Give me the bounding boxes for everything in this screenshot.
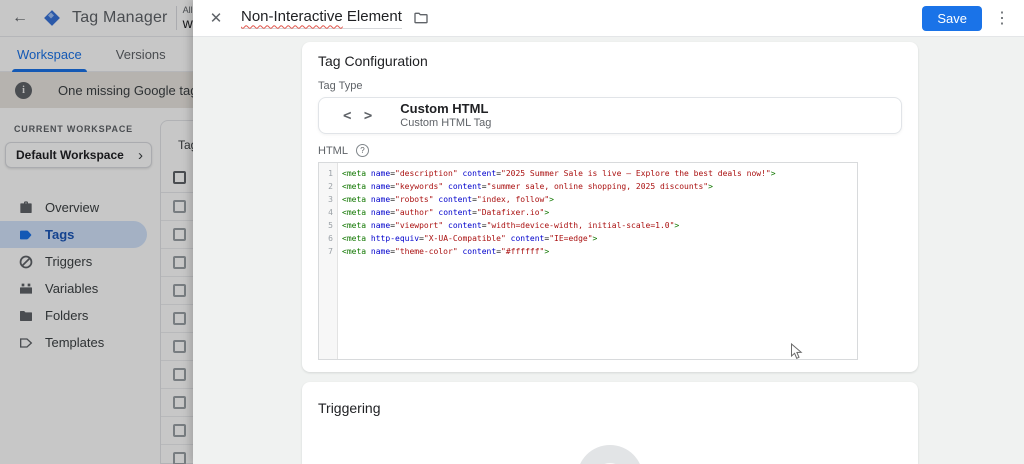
save-button[interactable]: Save	[922, 5, 982, 31]
mouse-cursor	[791, 343, 803, 359]
html-field-label: HTML	[318, 144, 348, 157]
tag-configuration-card: Tag Configuration Tag Type < > Custom HT…	[302, 42, 918, 372]
html-field-label-row: HTML ?	[318, 144, 902, 157]
triggering-card: Triggering	[302, 382, 918, 464]
code-line: 2 <meta name="keywords" content="summer s…	[328, 182, 713, 191]
code-line: 7 <meta name="theme-color" content="#ffff…	[328, 247, 550, 256]
folder-move-icon[interactable]	[413, 10, 429, 26]
code-line: 5 <meta name="viewport" content="width=de…	[328, 221, 680, 230]
tag-type-selector[interactable]: < > Custom HTML Custom HTML Tag	[318, 97, 902, 134]
tag-type-description: Custom HTML Tag	[400, 116, 492, 129]
dialog-body: Tag Configuration Tag Type < > Custom HT…	[193, 37, 1024, 464]
code-line: 6 <meta http-equiv="X-UA-Compatible" cont…	[328, 234, 598, 243]
tag-name-text: Non-Interactive	[241, 7, 343, 25]
trigger-placeholder-icon	[577, 445, 643, 464]
dialog-header: ✕ Non-Interactive Element Save ⋮	[193, 0, 1024, 37]
code-line: 4 <meta name="author" content="Datafixer.…	[328, 208, 550, 217]
help-icon[interactable]: ?	[355, 144, 369, 157]
tag-configuration-heading: Tag Configuration	[318, 53, 428, 69]
close-icon[interactable]: ✕	[193, 9, 239, 27]
code-lines: 1 <meta name="description" content="2025 …	[319, 163, 857, 258]
code-line: 3 <meta name="robots" content="index, fol…	[328, 195, 554, 204]
tag-name-text-rest: Element	[342, 7, 402, 25]
tag-type-label: Tag Type	[318, 80, 363, 92]
code-line: 1 <meta name="description" content="2025 …	[328, 169, 776, 178]
tag-type-name: Custom HTML	[400, 100, 489, 116]
kebab-menu-icon[interactable]: ⋮	[982, 8, 1022, 28]
triggering-heading: Triggering	[318, 400, 381, 416]
html-code-editor[interactable]: 1 <meta name="description" content="2025 …	[318, 162, 858, 360]
tag-name-field[interactable]: Non-Interactive Element	[241, 8, 402, 29]
tag-type-texts: Custom HTML Custom HTML Tag	[400, 101, 491, 131]
tag-editor-dialog: ✕ Non-Interactive Element Save ⋮ Tag Con…	[193, 0, 1024, 464]
app-window: ← Tag Manager All acc www Workspace Vers…	[0, 0, 1024, 464]
code-icon: < >	[343, 107, 375, 124]
